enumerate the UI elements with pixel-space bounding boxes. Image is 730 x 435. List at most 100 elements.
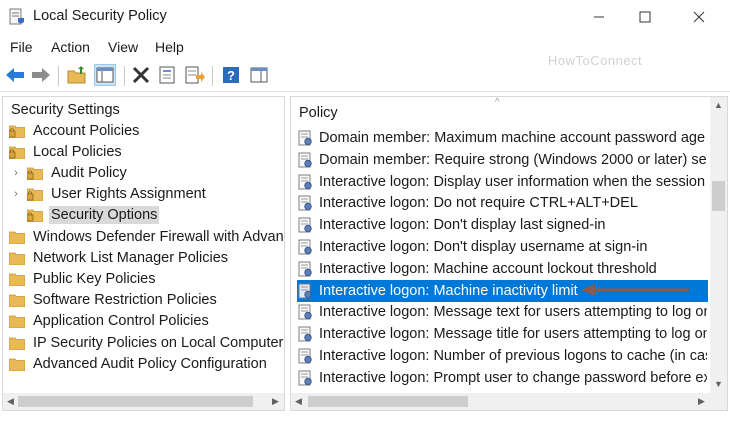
tree-scroll-thumb[interactable] — [18, 396, 253, 407]
up-one-level-button[interactable] — [66, 64, 88, 86]
tree-item[interactable]: Windows Defender Firewall with Advance — [9, 226, 285, 247]
policy-row[interactable]: Interactive logon: Message text for user… — [297, 301, 707, 323]
help-button[interactable]: ? — [220, 64, 242, 86]
tree-item[interactable]: Account Policies — [9, 120, 141, 141]
properties-icon — [159, 66, 175, 84]
svg-text:?: ? — [227, 68, 235, 83]
policy-row[interactable]: Interactive logon: Number of previous lo… — [297, 345, 707, 367]
tree-item-label: User Rights Assignment — [51, 186, 206, 203]
policy-row[interactable]: Interactive logon: Message title for use… — [297, 323, 707, 345]
menu-file[interactable]: File — [10, 39, 33, 55]
maximize-button[interactable] — [622, 0, 668, 34]
policy-row[interactable]: Interactive logon: Machine account locko… — [297, 258, 707, 280]
tree-item[interactable]: Public Key Policies — [9, 268, 158, 289]
tree-item-label: Local Policies — [33, 143, 122, 160]
column-header-policy[interactable]: Policy — [299, 105, 338, 121]
locked-folder-icon — [27, 209, 43, 223]
policy-name: Interactive logon: Machine account locko… — [319, 260, 657, 277]
policy-scroll-thumb[interactable] — [712, 181, 725, 211]
folder-icon — [9, 358, 25, 371]
policy-setting-icon — [298, 348, 312, 364]
policy-row[interactable]: Interactive logon: Do not require CTRL+A… — [297, 192, 707, 214]
policy-row[interactable]: Interactive logon: Don't display last si… — [297, 214, 707, 236]
policy-list-pane: ^ Policy Domain member: Maximum machine … — [290, 96, 728, 411]
policy-name: Interactive logon: Machine inactivity li… — [319, 282, 578, 299]
scroll-up-icon[interactable]: ▲ — [714, 100, 723, 110]
scroll-down-icon[interactable]: ▼ — [714, 379, 723, 389]
tree-item[interactable]: Local Policies — [9, 141, 124, 162]
policy-row[interactable]: Interactive logon: Machine inactivity li… — [297, 279, 708, 302]
policy-row[interactable]: Interactive logon: Don't display usernam… — [297, 236, 707, 258]
back-button[interactable] — [4, 64, 26, 86]
scroll-left-icon[interactable]: ◀ — [7, 396, 14, 407]
policy-name: Interactive logon: Prompt user to change… — [319, 369, 707, 386]
policy-horizontal-scrollbar[interactable]: ◀ ▶ — [291, 393, 710, 410]
policy-name: Domain member: Maximum machine account p… — [319, 130, 706, 146]
policy-row[interactable]: Interactive logon: Display user informat… — [297, 171, 707, 193]
scroll-right-icon[interactable]: ▶ — [272, 396, 279, 407]
forward-button[interactable] — [30, 64, 52, 86]
scroll-right-icon[interactable]: ▶ — [698, 396, 705, 407]
export-list-button[interactable] — [184, 64, 206, 86]
close-button[interactable] — [676, 0, 722, 34]
tree-item-label: Public Key Policies — [33, 270, 156, 287]
menu-view[interactable]: View — [108, 39, 138, 55]
show-hide-action-pane-button[interactable] — [248, 64, 270, 86]
tree-item[interactable]: › Audit Policy — [11, 162, 129, 183]
tree-horizontal-scrollbar[interactable]: ◀ ▶ — [3, 393, 284, 410]
folder-icon — [9, 337, 25, 350]
menu-action[interactable]: Action — [51, 39, 90, 55]
show-hide-console-tree-button[interactable] — [94, 64, 116, 86]
policy-setting-icon — [298, 304, 312, 320]
scroll-left-icon[interactable]: ◀ — [295, 396, 302, 407]
console-pane-icon — [250, 67, 268, 83]
tree-item-label: Account Policies — [33, 122, 140, 139]
tree-item-label: Windows Defender Firewall with Advance — [33, 228, 285, 245]
minimize-icon — [594, 16, 604, 18]
close-icon — [693, 11, 705, 23]
policy-setting-icon — [298, 283, 312, 299]
folder-icon — [9, 315, 25, 329]
tree-item-label: IP Security Policies on Local Computer — [33, 334, 284, 351]
properties-button[interactable] — [156, 64, 178, 86]
tree-item[interactable]: Advanced Audit Policy Configuration — [9, 353, 269, 374]
tree-item-label: Security Options — [49, 206, 160, 225]
locked-folder-icon — [27, 188, 43, 202]
expand-chevron-icon[interactable]: › — [11, 167, 21, 179]
tree-item[interactable]: Security Options — [11, 205, 160, 226]
policy-name: Interactive logon: Don't display usernam… — [319, 239, 648, 255]
policy-row[interactable]: Interactive logon: Prompt user to change… — [297, 367, 707, 389]
menu-help[interactable]: Help — [155, 39, 184, 55]
policy-setting-icon — [298, 152, 312, 168]
locked-folder-icon — [27, 167, 43, 180]
title-bar: Local Security Policy — [0, 0, 730, 34]
toolbar-separator — [58, 66, 59, 86]
delete-button[interactable] — [130, 64, 152, 86]
tree-root[interactable]: Security Settings — [9, 99, 122, 120]
policy-name: Domain member: Require strong (Windows 2… — [319, 151, 707, 168]
tree-item-label: Application Control Policies — [33, 313, 209, 330]
tree-item[interactable]: Application Control Policies — [9, 311, 211, 332]
maximize-icon — [639, 11, 651, 23]
minimize-button[interactable] — [576, 0, 622, 34]
tree-item[interactable]: › User Rights Assignment — [11, 184, 208, 205]
window-title: Local Security Policy — [33, 8, 167, 24]
policy-name: Interactive logon: Number of previous lo… — [319, 348, 707, 364]
policy-setting-icon — [298, 239, 312, 255]
locked-folder-icon — [9, 125, 25, 138]
folder-icon — [9, 294, 25, 308]
policy-vertical-scrollbar[interactable]: ▲ ▼ — [710, 97, 727, 394]
back-arrow-icon — [6, 68, 24, 82]
policy-row[interactable]: Domain member: Require strong (Windows 2… — [297, 149, 707, 171]
show-hide-tree-icon — [96, 67, 114, 83]
policy-hscroll-thumb[interactable] — [308, 396, 468, 407]
tree-item[interactable]: IP Security Policies on Local Computer — [9, 332, 284, 353]
up-folder-icon — [67, 66, 86, 84]
policy-setting-icon — [298, 174, 312, 190]
tree-item[interactable]: Software Restriction Policies — [9, 290, 219, 311]
expand-chevron-icon[interactable]: › — [11, 188, 21, 200]
sort-caret-icon: ^ — [495, 97, 500, 108]
tree-item[interactable]: Network List Manager Policies — [9, 247, 230, 268]
policy-row[interactable]: Domain member: Maximum machine account p… — [297, 127, 707, 149]
help-icon: ? — [223, 67, 239, 83]
